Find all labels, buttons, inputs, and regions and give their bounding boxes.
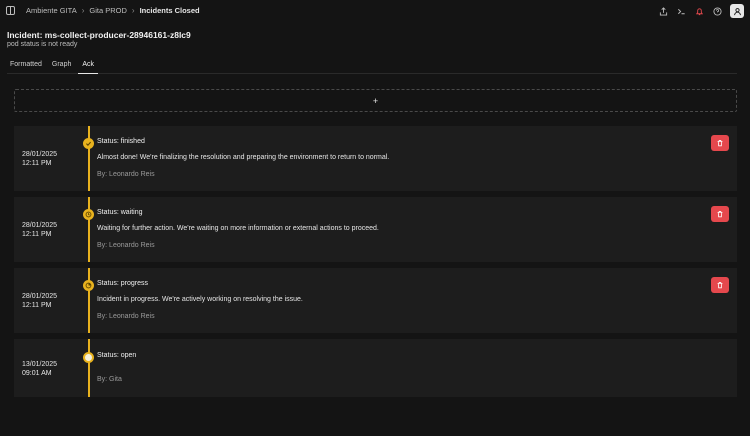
timeline-line xyxy=(88,126,90,191)
chevron-right-icon: › xyxy=(131,6,135,15)
timeline-line xyxy=(88,197,90,262)
entry-datetime: 13/01/2025 09:01 AM xyxy=(22,360,57,378)
entry-date: 28/01/2025 xyxy=(22,293,58,300)
help-icon[interactable] xyxy=(712,6,722,16)
user-icon[interactable] xyxy=(730,4,744,18)
page-title: Incident: ms-collect-producer-28946161-z… xyxy=(7,30,191,40)
plus-icon: + xyxy=(372,95,379,106)
entry-author: By: Leonardo Reis xyxy=(97,313,155,320)
entry-datetime: 28/01/2025 12:11 PM xyxy=(22,292,57,310)
entry-date: 28/01/2025 xyxy=(22,222,58,229)
delete-button[interactable] xyxy=(711,206,729,222)
entry-date: 28/01/2025 xyxy=(22,151,58,158)
trash-icon xyxy=(717,140,723,147)
open-status-icon xyxy=(83,352,94,363)
breadcrumb-current: Incidents Closed xyxy=(139,6,200,15)
timeline-line xyxy=(88,339,90,397)
ack-entry-progress: 28/01/2025 12:11 PM Status: progress Inc… xyxy=(14,268,737,333)
top-bar: Ambiente GITA › Gita PROD › Incidents Cl… xyxy=(0,0,750,24)
entry-message: Waiting for further action. We're waitin… xyxy=(97,225,379,232)
delete-button[interactable] xyxy=(711,135,729,151)
chevron-right-icon: › xyxy=(81,6,85,15)
entry-time: 12:11 PM xyxy=(22,231,52,238)
entry-status: Status: open xyxy=(97,352,137,359)
entry-message: Incident in progress. We're actively wor… xyxy=(97,296,303,303)
entry-author: By: Leonardo Reis xyxy=(97,242,155,249)
breadcrumb-item-ambiente[interactable]: Ambiente GITA xyxy=(26,6,77,15)
entry-time: 09:01 AM xyxy=(22,370,52,377)
entry-status: Status: finished xyxy=(97,138,145,145)
terminal-icon[interactable] xyxy=(676,6,686,16)
entry-author: By: Leonardo Reis xyxy=(97,171,155,178)
tab-ack[interactable]: Ack xyxy=(78,60,99,74)
entry-message: Almost done! We're finalizing the resolu… xyxy=(97,154,390,161)
ack-entry-open: 13/01/2025 09:01 AM Status: open By: Git… xyxy=(14,339,737,397)
ack-entry-finished: 28/01/2025 12:11 PM Status: finished Alm… xyxy=(14,126,737,191)
check-icon xyxy=(83,138,94,149)
tab-bar: Formatted Graph Ack xyxy=(7,60,737,74)
breadcrumb: Ambiente GITA › Gita PROD › Incidents Cl… xyxy=(26,6,200,15)
entry-date: 13/01/2025 xyxy=(22,361,58,368)
bell-icon[interactable] xyxy=(694,6,704,16)
sidebar-toggle-icon[interactable] xyxy=(6,6,15,15)
delete-button[interactable] xyxy=(711,277,729,293)
trash-icon xyxy=(717,211,723,218)
clock-icon xyxy=(83,209,94,220)
entry-status: Status: waiting xyxy=(97,209,143,216)
page-subtitle: pod status is not ready xyxy=(7,41,78,48)
entry-datetime: 28/01/2025 12:11 PM xyxy=(22,221,57,239)
entry-status: Status: progress xyxy=(97,280,148,287)
ack-entry-waiting: 28/01/2025 12:11 PM Status: waiting Wait… xyxy=(14,197,737,262)
trash-icon xyxy=(717,282,723,289)
breadcrumb-item-gita-prod[interactable]: Gita PROD xyxy=(89,6,127,15)
add-ack-button[interactable]: + xyxy=(14,89,737,112)
progress-icon xyxy=(83,280,94,291)
share-icon[interactable] xyxy=(658,6,668,16)
timeline-line xyxy=(88,268,90,333)
entry-time: 12:11 PM xyxy=(22,160,52,167)
entry-author: By: Gita xyxy=(97,376,122,383)
tab-graph[interactable]: Graph xyxy=(49,60,74,74)
tab-formatted[interactable]: Formatted xyxy=(7,60,45,74)
entry-time: 12:11 PM xyxy=(22,302,52,309)
top-actions xyxy=(658,4,744,18)
entry-datetime: 28/01/2025 12:11 PM xyxy=(22,150,57,168)
